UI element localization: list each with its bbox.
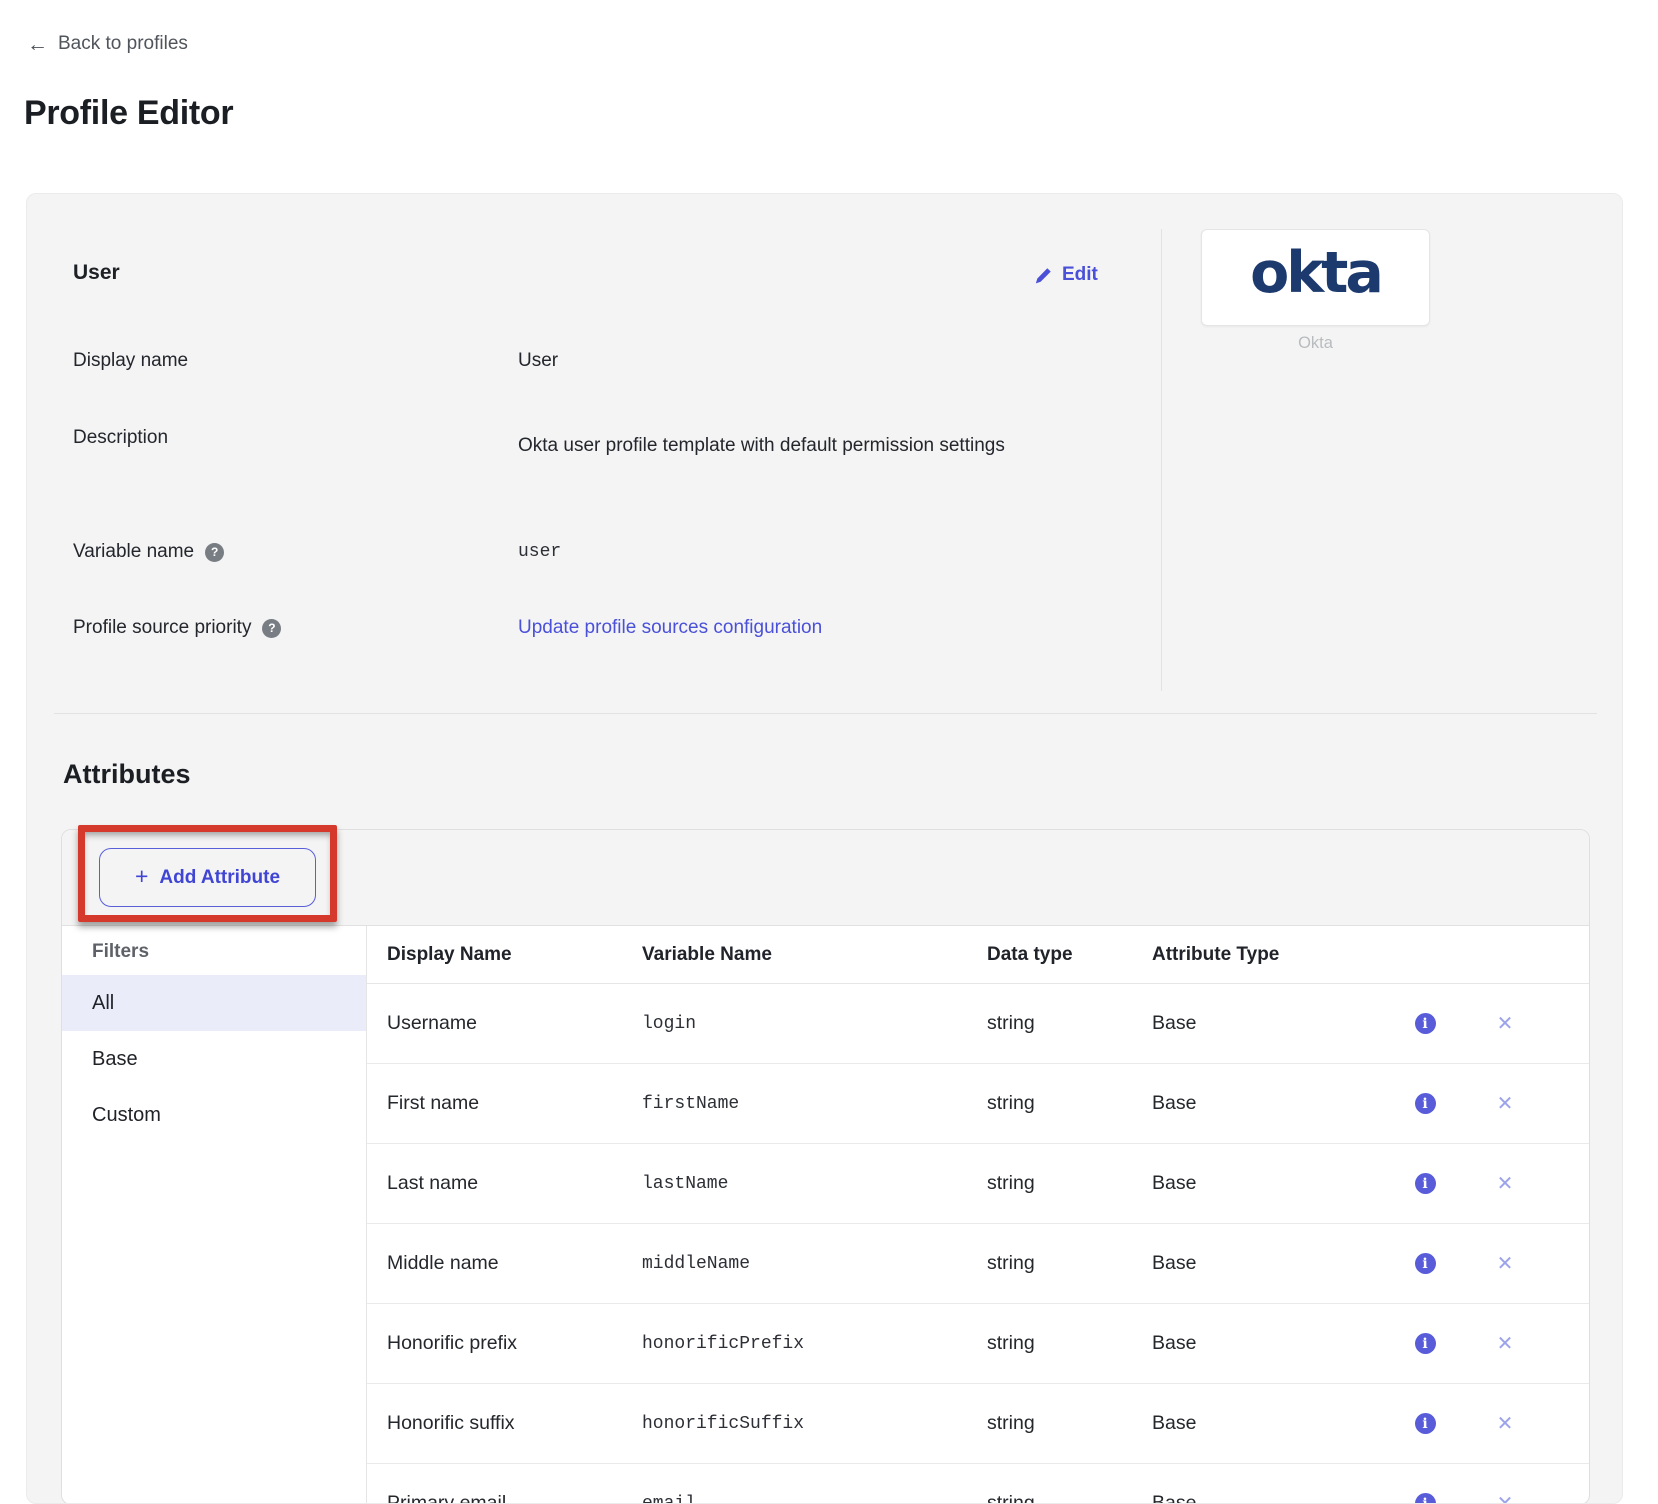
table-row: Middle name middleName string Base i ✕ xyxy=(367,1224,1589,1304)
back-arrow-icon: ← xyxy=(27,34,48,55)
table-row: Username login string Base i ✕ xyxy=(367,984,1589,1064)
variable-name-help-icon[interactable]: ? xyxy=(205,543,224,562)
cell-data-type: string xyxy=(987,1172,1152,1195)
col-data-type: Data type xyxy=(987,944,1152,966)
cell-display-name: Honorific suffix xyxy=(387,1412,642,1435)
profile-source-priority-help-icon[interactable]: ? xyxy=(262,619,281,638)
cell-attribute-type: Base xyxy=(1152,1332,1387,1355)
back-to-profiles-link[interactable]: ← Back to profiles xyxy=(27,33,188,55)
table-row: Primary email email string Base i ✕ xyxy=(367,1464,1589,1504)
filter-item-base[interactable]: Base xyxy=(62,1031,366,1087)
cell-display-name: Middle name xyxy=(387,1252,642,1275)
info-icon[interactable]: i xyxy=(1415,1333,1436,1354)
cell-variable-name: middleName xyxy=(642,1254,987,1274)
cell-variable-name: login xyxy=(642,1014,987,1034)
info-icon[interactable]: i xyxy=(1415,1253,1436,1274)
display-name-value: User xyxy=(518,350,558,372)
profile-card-heading: User xyxy=(73,261,120,285)
cell-display-name: Last name xyxy=(387,1172,642,1195)
cell-display-name: First name xyxy=(387,1092,642,1115)
card-horizontal-divider xyxy=(54,713,1597,714)
delete-attribute-icon[interactable]: ✕ xyxy=(1497,1014,1514,1034)
okta-logo-caption: Okta xyxy=(1201,334,1430,353)
table-header-row: Display Name Variable Name Data type Att… xyxy=(367,926,1589,984)
cell-attribute-type: Base xyxy=(1152,1252,1387,1275)
red-highlight-box xyxy=(78,825,337,922)
card-vertical-divider xyxy=(1161,229,1162,691)
update-profile-sources-link[interactable]: Update profile sources configuration xyxy=(518,617,822,639)
info-icon[interactable]: i xyxy=(1415,1173,1436,1194)
delete-attribute-icon[interactable]: ✕ xyxy=(1497,1494,1514,1504)
description-value: Okta user profile template with default … xyxy=(518,427,1030,464)
attributes-table: Display Name Variable Name Data type Att… xyxy=(367,926,1589,1504)
cell-data-type: string xyxy=(987,1492,1152,1504)
cell-variable-name: honorificPrefix xyxy=(642,1334,987,1354)
delete-attribute-icon[interactable]: ✕ xyxy=(1497,1094,1514,1114)
attributes-heading: Attributes xyxy=(63,759,191,790)
cell-attribute-type: Base xyxy=(1152,1492,1387,1504)
variable-name-value: user xyxy=(518,542,561,562)
profile-source-priority-label: Profile source priority ? xyxy=(73,617,281,639)
delete-attribute-icon[interactable]: ✕ xyxy=(1497,1174,1514,1194)
table-row: Last name lastName string Base i ✕ xyxy=(367,1144,1589,1224)
cell-variable-name: email xyxy=(642,1494,987,1504)
page-title: Profile Editor xyxy=(24,94,233,133)
table-row: Honorific prefix honorificPrefix string … xyxy=(367,1304,1589,1384)
info-icon[interactable]: i xyxy=(1415,1493,1436,1504)
attributes-panel: + Add Attribute Filters All Base Custom … xyxy=(61,829,1590,1504)
filters-heading: Filters xyxy=(62,926,366,975)
edit-button-label: Edit xyxy=(1062,264,1098,286)
cell-variable-name: firstName xyxy=(642,1094,987,1114)
cell-variable-name: lastName xyxy=(642,1174,987,1194)
cell-variable-name: honorificSuffix xyxy=(642,1414,987,1434)
cell-attribute-type: Base xyxy=(1152,1012,1387,1035)
cell-data-type: string xyxy=(987,1412,1152,1435)
cell-display-name: Honorific prefix xyxy=(387,1332,642,1355)
cell-data-type: string xyxy=(987,1332,1152,1355)
filter-item-custom[interactable]: Custom xyxy=(62,1087,366,1143)
filters-sidebar: Filters All Base Custom xyxy=(62,926,367,1504)
col-display-name: Display Name xyxy=(387,944,642,966)
info-icon[interactable]: i xyxy=(1415,1093,1436,1114)
cell-attribute-type: Base xyxy=(1152,1092,1387,1115)
display-name-label: Display name xyxy=(73,350,188,372)
table-row: Honorific suffix honorificSuffix string … xyxy=(367,1384,1589,1464)
delete-attribute-icon[interactable]: ✕ xyxy=(1497,1414,1514,1434)
cell-attribute-type: Base xyxy=(1152,1412,1387,1435)
okta-logo-box: okta xyxy=(1201,229,1430,326)
back-link-label: Back to profiles xyxy=(58,33,188,55)
pencil-icon xyxy=(1035,267,1052,284)
variable-name-label: Variable name ? xyxy=(73,541,224,563)
cell-display-name: Primary email xyxy=(387,1492,642,1504)
cell-data-type: string xyxy=(987,1092,1152,1115)
edit-button[interactable]: Edit xyxy=(1035,264,1098,286)
cell-attribute-type: Base xyxy=(1152,1172,1387,1195)
info-icon[interactable]: i xyxy=(1415,1413,1436,1434)
delete-attribute-icon[interactable]: ✕ xyxy=(1497,1334,1514,1354)
cell-data-type: string xyxy=(987,1012,1152,1035)
filter-item-all[interactable]: All xyxy=(62,975,366,1031)
table-row: First name firstName string Base i ✕ xyxy=(367,1064,1589,1144)
info-icon[interactable]: i xyxy=(1415,1013,1436,1034)
col-attribute-type: Attribute Type xyxy=(1152,944,1387,966)
cell-display-name: Username xyxy=(387,1012,642,1035)
col-variable-name: Variable Name xyxy=(642,944,987,966)
cell-data-type: string xyxy=(987,1252,1152,1275)
okta-logo: okta xyxy=(1250,245,1381,302)
description-label: Description xyxy=(73,427,168,449)
delete-attribute-icon[interactable]: ✕ xyxy=(1497,1254,1514,1274)
